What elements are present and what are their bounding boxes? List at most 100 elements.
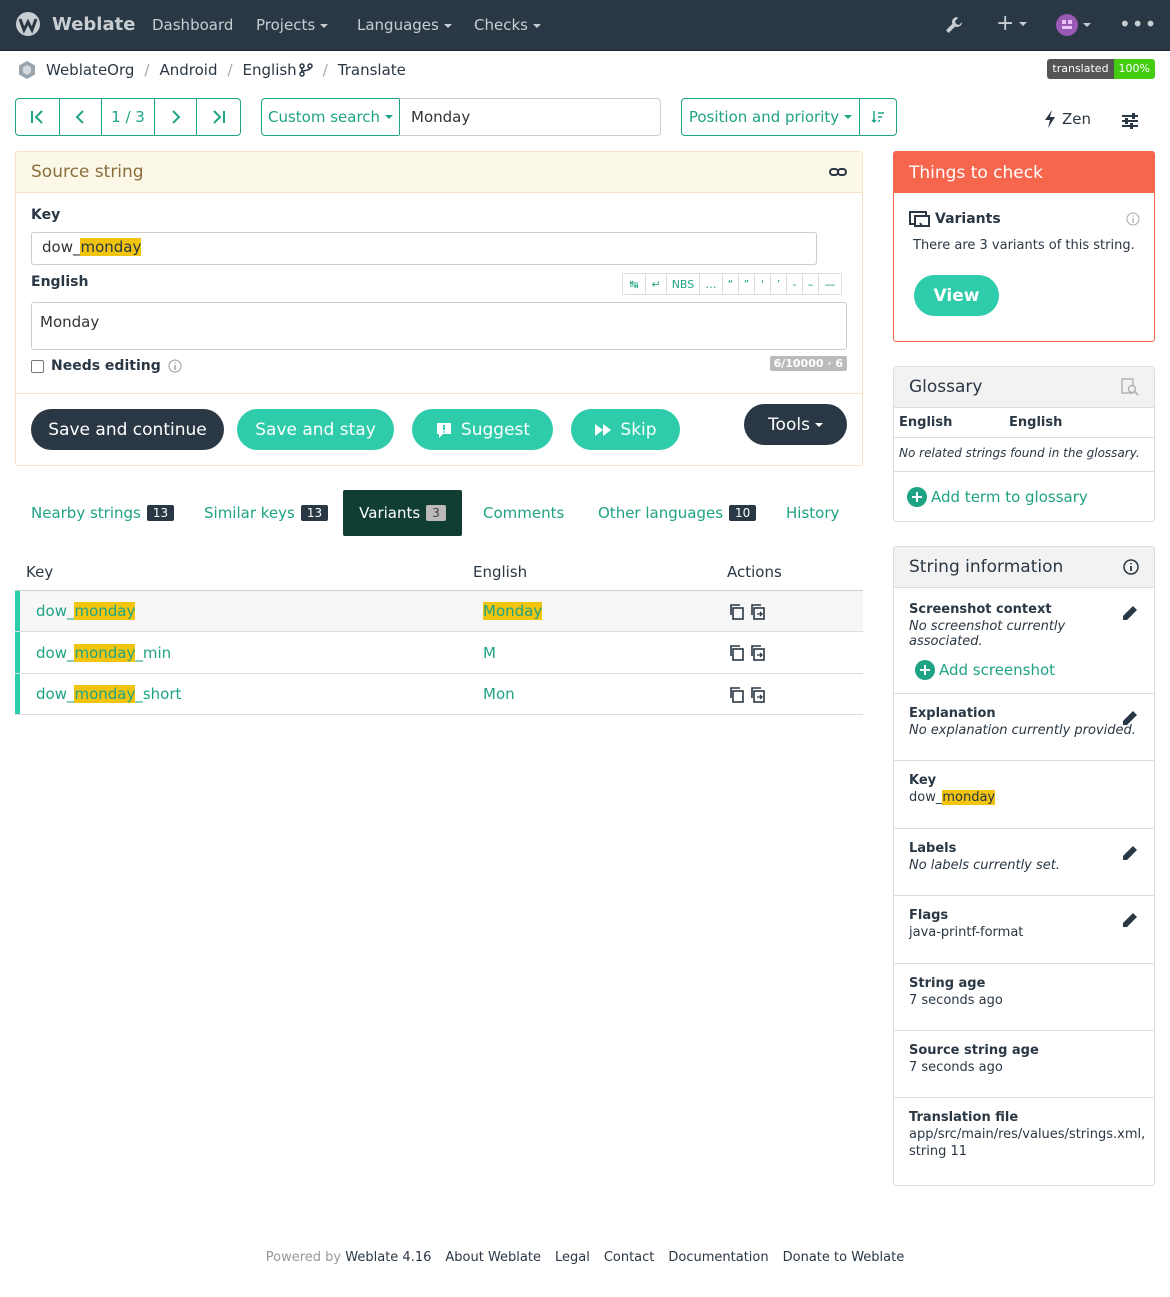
view-variants-button[interactable]: View (914, 275, 999, 316)
save-continue-button[interactable]: Save and continue (31, 409, 224, 450)
variant-key-link[interactable]: dow_monday (36, 602, 136, 620)
info-icon[interactable] (168, 359, 182, 373)
nav-projects[interactable]: Projects (256, 0, 329, 50)
screenshot-context-label: Screenshot context (909, 602, 1052, 617)
user-menu[interactable] (1056, 14, 1091, 36)
edit-pencil-icon[interactable] (1120, 910, 1140, 930)
skip-button[interactable]: Skip (571, 409, 680, 450)
variant-text-link[interactable]: M (483, 644, 496, 662)
tab-similar-keys[interactable]: Similar keys 13 (204, 490, 329, 536)
edit-pencil-icon[interactable] (1120, 603, 1140, 623)
suggest-button[interactable]: Suggest (412, 409, 553, 450)
link-icon[interactable] (829, 163, 847, 181)
breadcrumb-component[interactable]: Android (159, 61, 217, 79)
last-icon (212, 110, 225, 124)
nav-dashboard[interactable]: Dashboard (152, 0, 233, 50)
more-menu-icon[interactable]: ••• (1119, 14, 1157, 34)
search-input[interactable]: Monday (399, 98, 661, 136)
special-char-button[interactable]: ↹ (622, 273, 646, 295)
tab-other-languages[interactable]: Other languages 10 (598, 490, 757, 536)
last-button[interactable] (197, 99, 240, 135)
breadcrumb-language[interactable]: English (243, 61, 297, 79)
variant-key-match: monday (74, 685, 136, 703)
screenshot-context-section: Screenshot context No screenshot current… (894, 589, 1154, 693)
source-text-area[interactable]: Monday (31, 302, 847, 350)
copy-and-save-icon[interactable] (749, 644, 766, 661)
table-row[interactable]: dow_monday_min M (15, 632, 863, 674)
add-term-button[interactable]: Add term to glossary (907, 487, 1088, 507)
edit-pencil-icon[interactable] (1120, 843, 1140, 863)
table-row[interactable]: dow_monday Monday (15, 591, 863, 632)
breadcrumb-project[interactable]: WeblateOrg (46, 61, 134, 79)
chevron-left-icon (76, 110, 85, 124)
tab-comments[interactable]: Comments (483, 490, 564, 536)
tab-variants[interactable]: Variants 3 (343, 490, 462, 536)
special-char-button[interactable]: ‘ (754, 273, 771, 295)
add-menu[interactable]: + (996, 12, 1028, 36)
tab-history[interactable]: History (786, 490, 839, 536)
glossary-search-icon[interactable] (1121, 378, 1139, 396)
footer-donate-link[interactable]: Donate to Weblate (783, 1250, 905, 1265)
brand[interactable]: Weblate (14, 11, 135, 37)
special-char-button[interactable]: … (699, 273, 723, 295)
table-row[interactable]: dow_monday_short Mon (15, 674, 863, 715)
breadcrumb-separator: / (144, 61, 150, 79)
variant-text: Monday (483, 602, 543, 620)
suggest-label: Suggest (460, 419, 531, 440)
variant-text-link[interactable]: Monday (483, 602, 543, 620)
first-button[interactable] (16, 99, 60, 135)
copy-icon[interactable] (728, 644, 745, 661)
tab-nearby-strings[interactable]: Nearby strings 13 (31, 490, 175, 536)
variant-key-link[interactable]: dow_monday_short (36, 685, 181, 703)
previous-button[interactable] (60, 99, 103, 135)
tab-count: 13 (146, 505, 175, 521)
tools-dropdown[interactable]: Tools (744, 404, 847, 445)
copy-and-save-icon[interactable] (749, 686, 766, 703)
add-screenshot-button[interactable]: Add screenshot (915, 660, 1139, 680)
save-stay-button[interactable]: Save and stay (237, 409, 394, 450)
special-char-button[interactable]: NBS (666, 273, 700, 295)
glossary-column-target: English (1009, 415, 1063, 430)
copy-icon[interactable] (728, 603, 745, 620)
next-button[interactable] (155, 99, 198, 135)
variants-check-icon (909, 211, 930, 227)
nav-checks[interactable]: Checks (474, 0, 541, 50)
chevron-down-icon (385, 115, 394, 119)
needs-editing-checkbox[interactable] (31, 359, 44, 373)
sort-direction-button[interactable] (860, 99, 896, 135)
row-status-bar (15, 674, 20, 714)
key-info-match: monday (942, 790, 996, 805)
settings-sliders-icon[interactable] (1121, 112, 1139, 130)
copy-icon[interactable] (728, 686, 745, 703)
lightning-icon (1045, 110, 1055, 128)
info-icon[interactable] (1123, 559, 1139, 575)
special-char-button[interactable]: – (802, 273, 819, 295)
variant-key-suffix: _min (135, 643, 172, 662)
footer-version-link[interactable]: Weblate 4.16 (345, 1250, 431, 1265)
copy-and-save-icon[interactable] (749, 603, 766, 620)
divider (16, 393, 862, 394)
special-char-button[interactable]: — (818, 273, 842, 295)
nav-languages[interactable]: Languages (357, 0, 452, 50)
variant-text-link[interactable]: Mon (483, 685, 515, 703)
special-char-button[interactable]: ↵ (645, 273, 667, 295)
wrench-icon[interactable] (944, 15, 964, 35)
edit-pencil-icon[interactable] (1120, 708, 1140, 728)
footer-about-link[interactable]: About Weblate (445, 1250, 541, 1265)
zen-button[interactable]: Zen (1044, 110, 1091, 128)
special-char-button[interactable]: ’ (770, 273, 787, 295)
search-mode-dropdown[interactable]: Custom search (261, 98, 400, 136)
position-indicator: 1 / 3 (102, 99, 155, 135)
footer-documentation-link[interactable]: Documentation (668, 1250, 768, 1265)
special-char-button[interactable]: - (786, 273, 803, 295)
info-icon[interactable] (1126, 212, 1140, 226)
sort-dropdown[interactable]: Position and priority (682, 99, 860, 135)
footer-legal-link[interactable]: Legal (555, 1250, 590, 1265)
variant-key-link[interactable]: dow_monday_min (36, 643, 172, 662)
special-char-button[interactable]: “ (722, 273, 739, 295)
footer-contact-link[interactable]: Contact (604, 1250, 655, 1265)
special-char-button[interactable]: ” (738, 273, 755, 295)
status-badge[interactable]: translated 100% (1047, 59, 1155, 79)
plus-circle-icon (907, 487, 927, 507)
tools-label: Tools (768, 414, 810, 435)
